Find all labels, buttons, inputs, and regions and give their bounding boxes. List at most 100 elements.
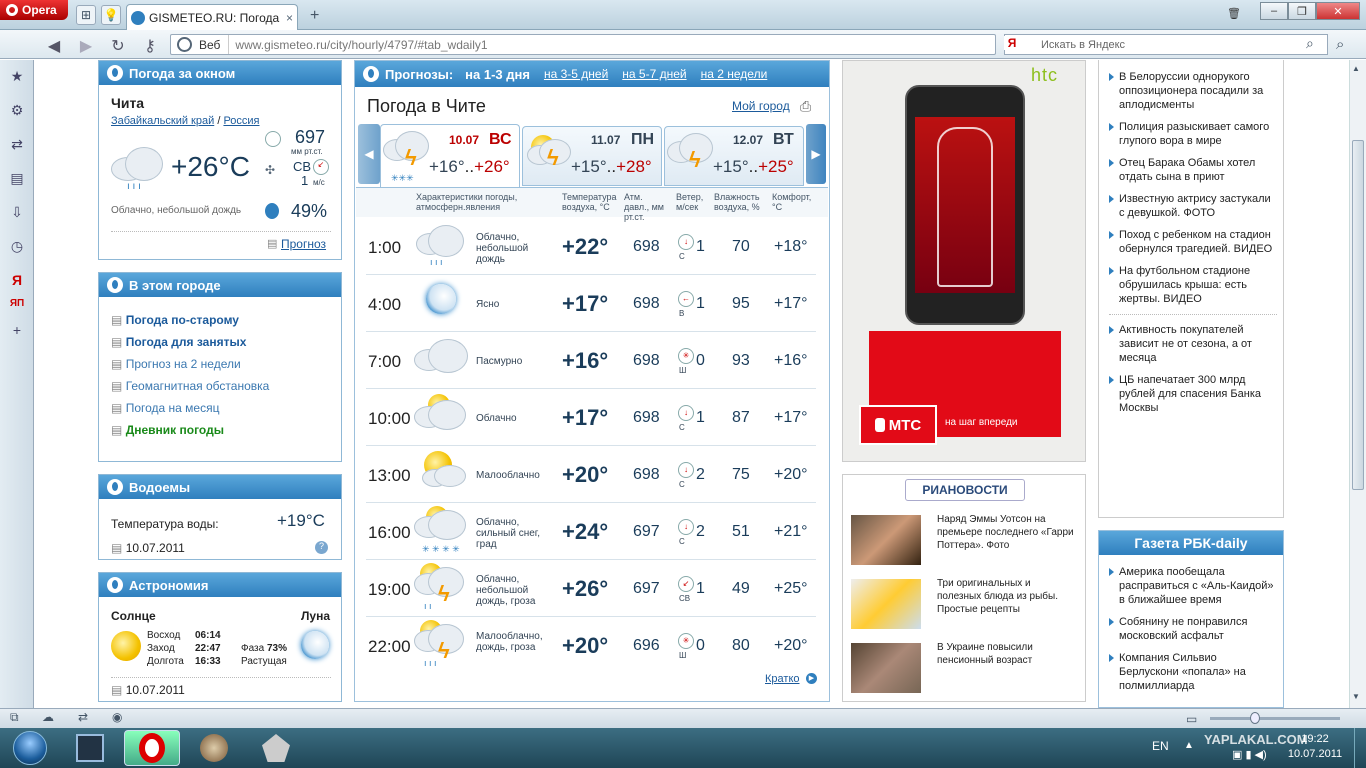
back-icon[interactable]: ◀ [44,36,64,56]
scroll-up-icon[interactable]: ▲ [1352,64,1360,73]
news-photo[interactable] [851,579,921,629]
history-clock-icon[interactable]: ◷ [8,238,26,256]
opera-menu-button[interactable]: Opera [0,0,68,20]
rbc-item[interactable]: Собянину не понравился московский асфаль… [1109,615,1277,643]
minimize-button[interactable]: – [1260,2,1288,20]
opera-taskbar-icon [139,733,165,763]
tab-2-weeks[interactable]: на 2 недели [701,67,768,81]
yap-icon[interactable]: ЯП [8,298,26,316]
key-icon[interactable]: ⚷ [140,36,160,56]
downloads-icon[interactable]: ⇩ [8,204,26,222]
scroll-thumb[interactable] [1352,140,1364,490]
closed-tabs-icon[interactable]: ⊞ [76,5,96,25]
region-link[interactable]: Забайкальский край [111,115,214,127]
forecast-header: Прогнозы: на 1-3 дня на 3-5 дней на 5-7 … [355,61,829,87]
news-item[interactable]: ЦБ напечатает 300 млрд рублей для спасен… [1109,373,1277,415]
turbo-icon[interactable]: ⇄ [78,710,88,724]
tray-icons[interactable]: ▣ ▮ ◀) [1232,748,1267,761]
zoom-handle[interactable] [1250,712,1260,724]
speed-dial-icon[interactable]: ◉ [112,710,122,724]
city-link[interactable]: ▤ Геомагнитная обстановка [111,375,269,397]
taskbar-app-4[interactable] [248,730,304,766]
notes-icon[interactable]: ▤ [8,170,26,188]
address-field[interactable]: Веб www.gismeteo.ru/city/hourly/4797/#ta… [170,34,996,55]
news-item[interactable]: В Белоруссии однорукого оппозиционера по… [1109,70,1277,112]
news-item[interactable]: Активность покупателей зависит не от сез… [1109,323,1277,365]
day-tab-tuesday[interactable]: ϟ 12.07 ВТ +15°..+25° [664,126,804,186]
unite-cloud-icon[interactable]: ☁ [42,710,54,724]
tab-5-7-days[interactable]: на 5-7 дней [622,67,686,81]
city-link[interactable]: ▤ Прогноз на 2 недели [111,353,269,375]
city-link[interactable]: ▤ Погода на месяц [111,397,269,419]
news-photo[interactable] [851,643,921,693]
print-icon[interactable]: ⎙ [800,98,811,115]
news-item[interactable]: Известную актрису застукали с девушкой. … [1109,192,1277,220]
bookmarks-star-icon[interactable]: ★ [8,68,26,86]
help-icon[interactable]: ? [315,541,328,554]
tab-3-5-days[interactable]: на 3-5 дней [544,67,608,81]
news-item[interactable]: Полиция разыскивает самого глупого вора … [1109,120,1277,148]
arrow-right-icon[interactable]: ▶ [806,673,817,684]
city-link[interactable]: ▤ Дневник погоды [111,419,269,441]
mts-slogan: на шаг впереди [945,417,1018,428]
yandex-panel-icon[interactable]: Я [8,272,26,290]
taskbar-app-3[interactable] [186,730,242,766]
day-tab-sunday[interactable]: ϟ ✳✳✳ 10.07 ВС +16°..+26° [380,124,520,188]
yandex-icon[interactable]: Я [1004,36,1020,50]
next-days-arrow[interactable]: ▶ [806,124,826,184]
scroll-down-icon[interactable]: ▼ [1352,692,1360,701]
close-window-button[interactable]: ✕ [1316,2,1360,20]
search-go-icon[interactable]: ⌕ [1306,35,1314,52]
panel-toggle-icon[interactable]: ⧉ [10,710,19,725]
search-button-icon[interactable]: ⌕ [1336,36,1344,53]
forward-icon[interactable]: ▶ [76,36,96,56]
pressure-gauge-icon [265,131,281,147]
zoom-slider[interactable] [1210,712,1340,724]
prev-days-arrow[interactable]: ◀ [358,124,380,184]
news-item[interactable]: Отец Барака Обамы хотел отдать сына в пр… [1109,156,1277,184]
taskbar-floppy-app[interactable] [62,730,118,766]
trash-icon[interactable]: 🗑 [1222,4,1246,22]
rbc-item[interactable]: Америка пообещала расправиться с «Аль-Ка… [1109,565,1277,607]
ria-news-item[interactable]: Наряд Эммы Уотсон на премьере последнего… [937,513,1077,552]
search-input[interactable]: Искать в Яндекс [1004,34,1328,55]
city-link[interactable]: ▤ Погода по-старому [111,309,269,331]
table-row: 7:00 Пасмурно +16° 698 ✳ Ш 0 93 +16° [366,332,816,389]
taskbar-opera[interactable] [124,730,180,766]
short-link[interactable]: Кратко [765,673,800,685]
share-icon[interactable]: ⇄ [8,136,26,154]
new-tab-icon[interactable]: + [310,7,319,25]
close-tab-icon[interactable]: × [286,11,293,25]
ria-news-item[interactable]: В Украине повысили пенсионный возраст [937,641,1077,667]
country-link[interactable]: Россия [223,115,259,127]
settings-gear-icon[interactable]: ⚙ [8,102,26,120]
my-city-link[interactable]: Мой город [732,99,790,113]
water-temp-label: Температура воды: [111,517,219,531]
tray-arrow-icon[interactable]: ▲ [1184,740,1194,751]
htc-ad-banner[interactable]: htc МТС на шаг впереди [842,60,1086,462]
tab-1-3-days[interactable]: на 1-3 дня [465,67,530,82]
add-panel-icon[interactable]: + [8,322,26,340]
show-desktop-button[interactable] [1354,728,1366,768]
reload-icon[interactable]: ↻ [108,36,128,56]
news-photo[interactable] [851,515,921,565]
vertical-scrollbar[interactable]: ▲ ▼ [1349,60,1366,708]
view-icon[interactable]: ▭ [1186,712,1197,726]
system-clock[interactable]: 19:22 10.07.2011 [1280,732,1350,762]
ria-news-item[interactable]: Три оригинальных и полезных блюда из рыб… [937,577,1077,616]
city-link[interactable]: ▤ Погода для занятых [111,331,269,353]
opera-label: Opera [22,3,57,17]
tab-gismeteo[interactable]: GISMETEO.RU: Погода ... × [126,4,298,30]
day-tab-monday[interactable]: ϟ 11.07 ПН +15°..+28° [522,126,662,186]
rbc-item[interactable]: Компания Сильвио Берлускони «попала» на … [1109,651,1277,693]
pressure-unit: мм рт.ст. [291,147,323,156]
news-item[interactable]: Поход с ребенком на стадион обернулся тр… [1109,228,1277,256]
language-indicator[interactable]: EN [1152,739,1169,753]
news-item[interactable]: На футбольном стадионе обрушилась крыша:… [1109,264,1277,315]
pressure-value: 697 [295,127,326,147]
tip-bulb-icon[interactable]: 💡 [101,5,121,25]
start-button[interactable] [2,729,58,767]
forecast-link[interactable]: Прогноз [281,237,326,251]
maximize-button[interactable]: ❐ [1288,2,1316,20]
gismeteo-drop-icon [107,577,123,593]
